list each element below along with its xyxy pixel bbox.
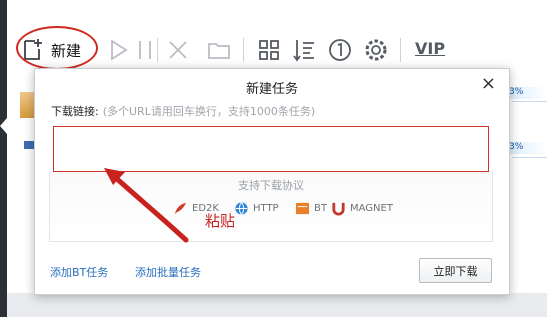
url-label-row: 下载链接: (多个URL请用回车换行，支持1000条任务) — [51, 103, 315, 119]
toolbar-divider — [400, 38, 401, 62]
bt-icon — [295, 202, 310, 215]
pause-icon[interactable] — [132, 37, 158, 63]
add-bt-task-link[interactable]: 添加BT任务 — [50, 264, 108, 280]
protocol-label: BT — [314, 203, 327, 214]
url-input[interactable] — [53, 126, 489, 172]
protocol-title: 支持下载协议 — [238, 179, 304, 192]
protocol-label: MAGNET — [350, 203, 393, 214]
magnet-icon — [332, 202, 345, 216]
new-task-button[interactable]: 新建 — [21, 33, 81, 67]
delete-icon[interactable] — [165, 37, 191, 63]
annotation-label: 粘贴 — [205, 212, 236, 230]
toolbar-divider — [243, 38, 244, 62]
status-bar — [7, 293, 547, 317]
add-batch-task-link[interactable]: 添加批量任务 — [135, 264, 201, 280]
speed-limit-icon[interactable] — [327, 37, 353, 63]
download-now-button[interactable]: 立即下载 — [419, 258, 492, 283]
row-divider — [512, 101, 547, 102]
task-file-thumbnail — [20, 92, 34, 118]
task-progress-text: 3% — [507, 142, 547, 154]
url-label: 下载链接: — [51, 105, 99, 118]
protocol-bt: BT — [295, 201, 327, 216]
row-divider — [512, 157, 547, 158]
ed2k-icon — [174, 202, 187, 215]
new-task-icon — [21, 38, 43, 62]
task-progress-text: 3% — [507, 87, 547, 99]
toolbar-divider — [157, 38, 158, 62]
dialog-title: 新建任务 — [245, 82, 298, 97]
left-panel-edge — [0, 0, 7, 317]
protocol-http: HTTP — [234, 201, 279, 216]
new-task-dialog: 新建任务 × 下载链接: (多个URL请用回车换行，支持1000条任务) 支持下载… — [34, 68, 510, 295]
settings-icon[interactable] — [363, 37, 389, 63]
play-icon[interactable] — [105, 37, 131, 63]
url-hint: (多个URL请用回车换行，支持1000条任务) — [102, 105, 316, 118]
close-icon[interactable]: × — [481, 75, 496, 93]
vip-button[interactable]: VIP — [415, 39, 445, 58]
collapse-arrow-icon[interactable] — [0, 118, 7, 134]
new-task-label: 新建 — [51, 41, 82, 60]
http-icon — [235, 202, 248, 215]
protocol-label: HTTP — [253, 203, 279, 214]
protocol-magnet: MAGNET — [331, 201, 393, 216]
sort-icon[interactable] — [291, 37, 317, 63]
task-type-badge — [24, 141, 34, 149]
protocol-panel: 支持下载协议 ED2K HTTP BT MAGNET — [49, 172, 493, 242]
folder-icon[interactable] — [206, 37, 232, 63]
grid-view-icon[interactable] — [256, 37, 282, 63]
